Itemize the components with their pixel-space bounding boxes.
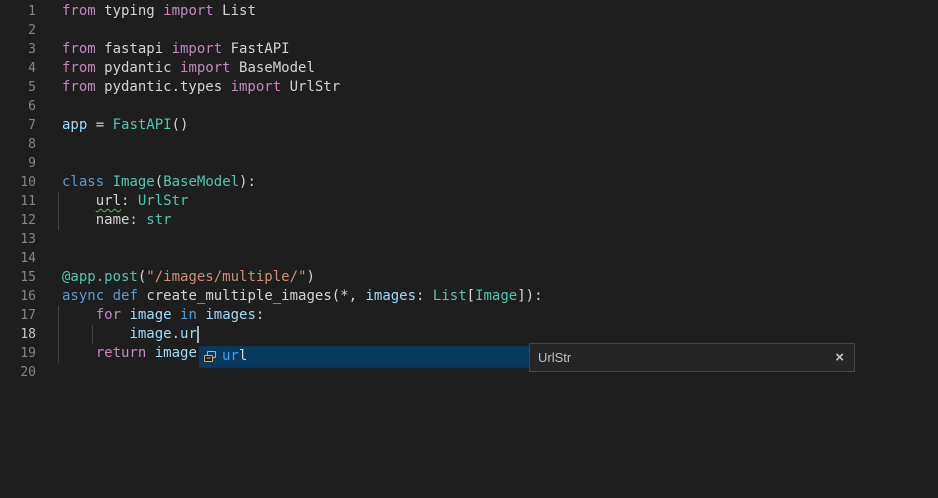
indent-guide — [58, 325, 59, 344]
line-number: 10 — [0, 173, 36, 192]
line-number: 1 — [0, 2, 36, 21]
code-line-row: 3from fastapi import FastAPI — [0, 40, 938, 59]
suggest-detail-text: UrlStr — [538, 348, 571, 367]
line-number: 20 — [0, 363, 36, 382]
code-line[interactable] — [36, 21, 62, 40]
code-line-row: 13 — [0, 230, 938, 249]
line-number: 12 — [0, 211, 36, 230]
code-line-row: 11 url: UrlStr — [0, 192, 938, 211]
code-line[interactable] — [36, 249, 62, 268]
code-line-row: 18 image.ur — [0, 325, 938, 344]
code-line[interactable]: from pydantic import BaseModel — [36, 59, 315, 78]
code-line-row: 16async def create_multiple_images(*, im… — [0, 287, 938, 306]
code-line-row: 4from pydantic import BaseModel — [0, 59, 938, 78]
line-number: 15 — [0, 268, 36, 287]
code-line-row: 7app = FastAPI() — [0, 116, 938, 135]
code-line-row: 14 — [0, 249, 938, 268]
line-number: 11 — [0, 192, 36, 211]
code-editor[interactable]: 1from typing import List23from fastapi i… — [0, 0, 938, 498]
code-area: 1from typing import List23from fastapi i… — [0, 2, 938, 382]
code-line[interactable]: for image in images: — [36, 306, 264, 325]
code-line-row: 6 — [0, 97, 938, 116]
line-number: 19 — [0, 344, 36, 363]
line-number: 4 — [0, 59, 36, 78]
code-line[interactable]: from pydantic.types import UrlStr — [36, 78, 340, 97]
code-line[interactable]: image.ur — [36, 325, 197, 344]
code-line[interactable]: name: str — [36, 211, 172, 230]
code-line[interactable]: class Image(BaseModel): — [36, 173, 256, 192]
code-line-row: 17 for image in images: — [0, 306, 938, 325]
code-line[interactable]: from fastapi import FastAPI — [36, 40, 290, 59]
code-line-row: 9 — [0, 154, 938, 173]
code-line-row: 10class Image(BaseModel): — [0, 173, 938, 192]
indent-guide — [58, 192, 59, 211]
code-line[interactable]: async def create_multiple_images(*, imag… — [36, 287, 543, 306]
code-line[interactable] — [36, 363, 62, 382]
line-number: 5 — [0, 78, 36, 97]
close-icon[interactable]: × — [835, 350, 844, 365]
line-number: 8 — [0, 135, 36, 154]
code-line-row: 8 — [0, 135, 938, 154]
suggest-item-label: url — [222, 347, 247, 366]
code-line[interactable]: @app.post("/images/multiple/") — [36, 268, 315, 287]
line-number: 14 — [0, 249, 36, 268]
suggest-item-url[interactable]: url — [199, 346, 529, 368]
line-number: 7 — [0, 116, 36, 135]
line-number: 18 — [0, 325, 36, 344]
code-line-row: 2 — [0, 21, 938, 40]
line-number: 2 — [0, 21, 36, 40]
code-line-row: 5from pydantic.types import UrlStr — [0, 78, 938, 97]
line-number: 16 — [0, 287, 36, 306]
suggest-detail-pane: UrlStr × — [529, 343, 855, 372]
code-line[interactable] — [36, 230, 62, 249]
line-number: 9 — [0, 154, 36, 173]
field-icon — [202, 349, 218, 365]
code-line-row: 15@app.post("/images/multiple/") — [0, 268, 938, 287]
line-number: 17 — [0, 306, 36, 325]
indent-guide — [58, 306, 59, 325]
code-line[interactable] — [36, 154, 62, 173]
text-cursor — [197, 326, 199, 343]
code-line-row: 12 name: str — [0, 211, 938, 230]
indent-guide — [58, 344, 59, 363]
line-number: 6 — [0, 97, 36, 116]
code-line[interactable] — [36, 97, 62, 116]
line-number: 3 — [0, 40, 36, 59]
indent-guide — [92, 325, 93, 344]
code-line[interactable]: return image — [36, 344, 197, 363]
indent-guide — [58, 211, 59, 230]
code-line[interactable]: from typing import List — [36, 2, 256, 21]
code-line-row: 1from typing import List — [0, 2, 938, 21]
code-line[interactable]: app = FastAPI() — [36, 116, 188, 135]
line-number: 13 — [0, 230, 36, 249]
code-line[interactable] — [36, 135, 62, 154]
